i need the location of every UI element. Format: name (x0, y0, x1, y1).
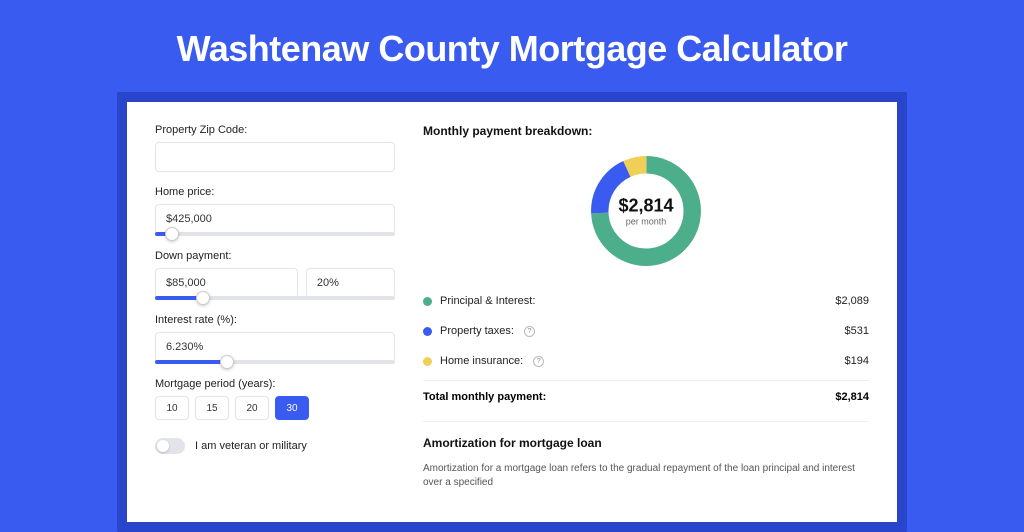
breakdown-panel: Monthly payment breakdown: $2,814 per mo… (423, 124, 869, 502)
dot-icon (423, 357, 432, 366)
period-button-15[interactable]: 15 (195, 396, 229, 420)
down-payment-input[interactable] (155, 268, 298, 298)
legend-label: Property taxes: (440, 325, 514, 337)
calculator-card-frame: Property Zip Code: Home price: Down paym… (117, 92, 907, 532)
legend-label: Principal & Interest: (440, 295, 535, 307)
period-button-20[interactable]: 20 (235, 396, 269, 420)
interest-field-group: Interest rate (%): (155, 314, 395, 364)
donut-center: $2,814 per month (618, 196, 673, 227)
legend-value: $2,089 (835, 295, 869, 307)
amortization-text: Amortization for a mortgage loan refers … (423, 462, 869, 490)
legend-label: Home insurance: (440, 355, 523, 367)
slider-thumb[interactable] (165, 227, 179, 241)
inputs-panel: Property Zip Code: Home price: Down paym… (155, 124, 395, 502)
amortization-section: Amortization for mortgage loan Amortizat… (423, 421, 869, 490)
period-button-30[interactable]: 30 (275, 396, 309, 420)
slider-fill (155, 360, 227, 364)
calculator-card: Property Zip Code: Home price: Down paym… (127, 102, 897, 522)
veteran-label: I am veteran or military (195, 440, 307, 452)
home-price-slider[interactable] (155, 232, 395, 236)
total-label: Total monthly payment: (423, 391, 546, 403)
down-payment-pct-input[interactable] (306, 268, 395, 298)
legend-value: $194 (845, 355, 869, 367)
legend-row-principal: Principal & Interest: $2,089 (423, 286, 869, 316)
veteran-toggle-row: I am veteran or military (155, 438, 395, 454)
period-field-group: Mortgage period (years): 10 15 20 30 (155, 378, 395, 420)
page-title: Washtenaw County Mortgage Calculator (0, 0, 1024, 92)
donut-sub: per month (618, 217, 673, 227)
down-payment-slider[interactable] (155, 296, 395, 300)
interest-label: Interest rate (%): (155, 314, 395, 326)
down-payment-field-group: Down payment: (155, 250, 395, 300)
slider-thumb[interactable] (196, 291, 210, 305)
home-price-input[interactable] (155, 204, 395, 234)
period-button-group: 10 15 20 30 (155, 396, 395, 420)
dot-icon (423, 297, 432, 306)
down-payment-label: Down payment: (155, 250, 395, 262)
home-price-field-group: Home price: (155, 186, 395, 236)
zip-label: Property Zip Code: (155, 124, 395, 136)
donut-amount: $2,814 (618, 196, 673, 217)
total-value: $2,814 (835, 391, 869, 403)
legend-value: $531 (845, 325, 869, 337)
info-icon[interactable]: ? (524, 326, 535, 337)
legend-row-taxes: Property taxes: ? $531 (423, 316, 869, 346)
zip-field-group: Property Zip Code: (155, 124, 395, 172)
info-icon[interactable]: ? (533, 356, 544, 367)
period-button-10[interactable]: 10 (155, 396, 189, 420)
amortization-heading: Amortization for mortgage loan (423, 436, 869, 450)
breakdown-heading: Monthly payment breakdown: (423, 124, 869, 138)
slider-thumb[interactable] (220, 355, 234, 369)
interest-slider[interactable] (155, 360, 395, 364)
zip-input[interactable] (155, 142, 395, 172)
veteran-toggle[interactable] (155, 438, 185, 454)
total-row: Total monthly payment: $2,814 (423, 380, 869, 403)
donut-chart: $2,814 per month (423, 150, 869, 272)
home-price-label: Home price: (155, 186, 395, 198)
interest-input[interactable] (155, 332, 395, 362)
dot-icon (423, 327, 432, 336)
period-label: Mortgage period (years): (155, 378, 395, 390)
legend-row-insurance: Home insurance: ? $194 (423, 346, 869, 376)
